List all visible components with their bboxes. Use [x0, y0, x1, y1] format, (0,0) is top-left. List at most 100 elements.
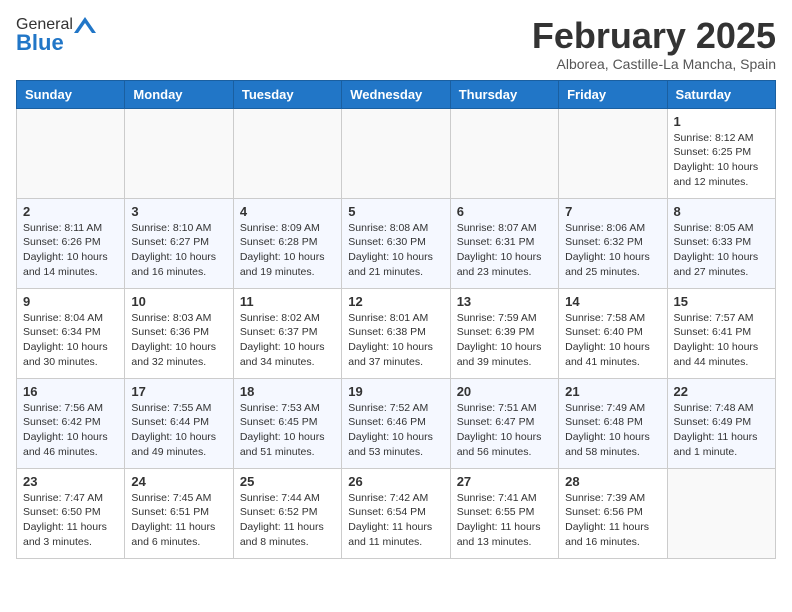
calendar-week-row: 2 Sunrise: 8:11 AM Sunset: 6:26 PM Daylig… — [17, 198, 776, 288]
calendar-day-cell: 5 Sunrise: 8:08 AM Sunset: 6:30 PM Daylig… — [342, 198, 450, 288]
day-info: Sunrise: 7:41 AM Sunset: 6:55 PM Dayligh… — [457, 491, 552, 550]
calendar-day-cell: 26 Sunrise: 7:42 AM Sunset: 6:54 PM Dayli… — [342, 468, 450, 558]
day-number: 11 — [240, 294, 335, 309]
day-info: Sunrise: 8:10 AM Sunset: 6:27 PM Dayligh… — [131, 221, 226, 280]
day-number: 5 — [348, 204, 443, 219]
page-header: General Blue February 2025 Alborea, Cast… — [16, 16, 776, 72]
day-info: Sunrise: 8:05 AM Sunset: 6:33 PM Dayligh… — [674, 221, 769, 280]
day-info: Sunrise: 7:56 AM Sunset: 6:42 PM Dayligh… — [23, 401, 118, 460]
calendar-day-cell: 6 Sunrise: 8:07 AM Sunset: 6:31 PM Daylig… — [450, 198, 558, 288]
day-number: 27 — [457, 474, 552, 489]
calendar-day-cell: 4 Sunrise: 8:09 AM Sunset: 6:28 PM Daylig… — [233, 198, 341, 288]
day-number: 26 — [348, 474, 443, 489]
calendar-day-cell: 3 Sunrise: 8:10 AM Sunset: 6:27 PM Daylig… — [125, 198, 233, 288]
day-number: 23 — [23, 474, 118, 489]
day-number: 28 — [565, 474, 660, 489]
day-number: 12 — [348, 294, 443, 309]
day-number: 13 — [457, 294, 552, 309]
calendar-day-cell — [450, 108, 558, 198]
location-text: Alborea, Castille-La Mancha, Spain — [532, 56, 776, 72]
day-number: 10 — [131, 294, 226, 309]
weekday-header: Saturday — [667, 80, 775, 108]
day-number: 4 — [240, 204, 335, 219]
day-info: Sunrise: 8:11 AM Sunset: 6:26 PM Dayligh… — [23, 221, 118, 280]
day-info: Sunrise: 8:06 AM Sunset: 6:32 PM Dayligh… — [565, 221, 660, 280]
calendar-week-row: 1 Sunrise: 8:12 AM Sunset: 6:25 PM Daylig… — [17, 108, 776, 198]
calendar-day-cell: 28 Sunrise: 7:39 AM Sunset: 6:56 PM Dayli… — [559, 468, 667, 558]
day-number: 7 — [565, 204, 660, 219]
calendar-day-cell — [667, 468, 775, 558]
calendar-day-cell: 17Sunrise: 7:55 AM Sunset: 6:44 PM Dayli… — [125, 378, 233, 468]
day-number: 18 — [240, 384, 335, 399]
day-info: Sunrise: 7:45 AM Sunset: 6:51 PM Dayligh… — [131, 491, 226, 550]
calendar-day-cell: 19Sunrise: 7:52 AM Sunset: 6:46 PM Dayli… — [342, 378, 450, 468]
calendar-week-row: 23 Sunrise: 7:47 AM Sunset: 6:50 PM Dayli… — [17, 468, 776, 558]
calendar-day-cell: 16 Sunrise: 7:56 AM Sunset: 6:42 PM Dayli… — [17, 378, 125, 468]
day-number: 2 — [23, 204, 118, 219]
day-number: 9 — [23, 294, 118, 309]
calendar-day-cell: 14Sunrise: 7:58 AM Sunset: 6:40 PM Dayli… — [559, 288, 667, 378]
day-info: Sunrise: 8:08 AM Sunset: 6:30 PM Dayligh… — [348, 221, 443, 280]
calendar-day-cell: 9 Sunrise: 8:04 AM Sunset: 6:34 PM Daylig… — [17, 288, 125, 378]
calendar-day-cell: 23 Sunrise: 7:47 AM Sunset: 6:50 PM Dayli… — [17, 468, 125, 558]
calendar-day-cell: 7 Sunrise: 8:06 AM Sunset: 6:32 PM Daylig… — [559, 198, 667, 288]
day-number: 6 — [457, 204, 552, 219]
day-number: 14 — [565, 294, 660, 309]
day-info: Sunrise: 7:49 AM Sunset: 6:48 PM Dayligh… — [565, 401, 660, 460]
day-info: Sunrise: 7:57 AM Sunset: 6:41 PM Dayligh… — [674, 311, 769, 370]
logo: General Blue — [16, 16, 97, 56]
day-number: 8 — [674, 204, 769, 219]
calendar-day-cell: 10 Sunrise: 8:03 AM Sunset: 6:36 PM Dayli… — [125, 288, 233, 378]
day-info: Sunrise: 7:47 AM Sunset: 6:50 PM Dayligh… — [23, 491, 118, 550]
calendar-week-row: 16 Sunrise: 7:56 AM Sunset: 6:42 PM Dayli… — [17, 378, 776, 468]
day-number: 21 — [565, 384, 660, 399]
calendar-day-cell: 21 Sunrise: 7:49 AM Sunset: 6:48 PM Dayli… — [559, 378, 667, 468]
day-number: 15 — [674, 294, 769, 309]
month-title: February 2025 — [532, 16, 776, 56]
calendar-day-cell: 24Sunrise: 7:45 AM Sunset: 6:51 PM Dayli… — [125, 468, 233, 558]
day-info: Sunrise: 8:03 AM Sunset: 6:36 PM Dayligh… — [131, 311, 226, 370]
weekday-header: Wednesday — [342, 80, 450, 108]
day-info: Sunrise: 7:44 AM Sunset: 6:52 PM Dayligh… — [240, 491, 335, 550]
calendar-day-cell: 22 Sunrise: 7:48 AM Sunset: 6:49 PM Dayli… — [667, 378, 775, 468]
day-info: Sunrise: 7:42 AM Sunset: 6:54 PM Dayligh… — [348, 491, 443, 550]
day-number: 22 — [674, 384, 769, 399]
calendar-day-cell: 1 Sunrise: 8:12 AM Sunset: 6:25 PM Daylig… — [667, 108, 775, 198]
day-info: Sunrise: 8:12 AM Sunset: 6:25 PM Dayligh… — [674, 131, 769, 190]
day-info: Sunrise: 7:53 AM Sunset: 6:45 PM Dayligh… — [240, 401, 335, 460]
calendar-week-row: 9 Sunrise: 8:04 AM Sunset: 6:34 PM Daylig… — [17, 288, 776, 378]
calendar-day-cell: 27 Sunrise: 7:41 AM Sunset: 6:55 PM Dayli… — [450, 468, 558, 558]
calendar-day-cell: 11 Sunrise: 8:02 AM Sunset: 6:37 PM Dayli… — [233, 288, 341, 378]
day-info: Sunrise: 8:09 AM Sunset: 6:28 PM Dayligh… — [240, 221, 335, 280]
calendar-header-row: SundayMondayTuesdayWednesdayThursdayFrid… — [17, 80, 776, 108]
day-number: 3 — [131, 204, 226, 219]
day-info: Sunrise: 8:02 AM Sunset: 6:37 PM Dayligh… — [240, 311, 335, 370]
calendar-day-cell: 18 Sunrise: 7:53 AM Sunset: 6:45 PM Dayli… — [233, 378, 341, 468]
weekday-header: Friday — [559, 80, 667, 108]
day-info: Sunrise: 7:48 AM Sunset: 6:49 PM Dayligh… — [674, 401, 769, 460]
title-block: February 2025 Alborea, Castille-La Manch… — [532, 16, 776, 72]
calendar-day-cell — [342, 108, 450, 198]
calendar-day-cell: 8 Sunrise: 8:05 AM Sunset: 6:33 PM Daylig… — [667, 198, 775, 288]
calendar-day-cell: 2 Sunrise: 8:11 AM Sunset: 6:26 PM Daylig… — [17, 198, 125, 288]
day-number: 1 — [674, 114, 769, 129]
calendar-day-cell: 25 Sunrise: 7:44 AM Sunset: 6:52 PM Dayli… — [233, 468, 341, 558]
weekday-header: Tuesday — [233, 80, 341, 108]
calendar-day-cell — [17, 108, 125, 198]
day-number: 16 — [23, 384, 118, 399]
calendar-day-cell: 13 Sunrise: 7:59 AM Sunset: 6:39 PM Dayli… — [450, 288, 558, 378]
day-info: Sunrise: 7:39 AM Sunset: 6:56 PM Dayligh… — [565, 491, 660, 550]
day-info: Sunrise: 8:01 AM Sunset: 6:38 PM Dayligh… — [348, 311, 443, 370]
day-number: 19 — [348, 384, 443, 399]
weekday-header: Monday — [125, 80, 233, 108]
day-number: 20 — [457, 384, 552, 399]
day-info: Sunrise: 7:51 AM Sunset: 6:47 PM Dayligh… — [457, 401, 552, 460]
calendar-day-cell — [125, 108, 233, 198]
calendar-day-cell: 20 Sunrise: 7:51 AM Sunset: 6:47 PM Dayli… — [450, 378, 558, 468]
calendar-day-cell: 15 Sunrise: 7:57 AM Sunset: 6:41 PM Dayli… — [667, 288, 775, 378]
weekday-header: Thursday — [450, 80, 558, 108]
day-info: Sunrise: 8:07 AM Sunset: 6:31 PM Dayligh… — [457, 221, 552, 280]
day-number: 25 — [240, 474, 335, 489]
day-info: Sunrise: 8:04 AM Sunset: 6:34 PM Dayligh… — [23, 311, 118, 370]
day-info: Sunrise: 7:59 AM Sunset: 6:39 PM Dayligh… — [457, 311, 552, 370]
